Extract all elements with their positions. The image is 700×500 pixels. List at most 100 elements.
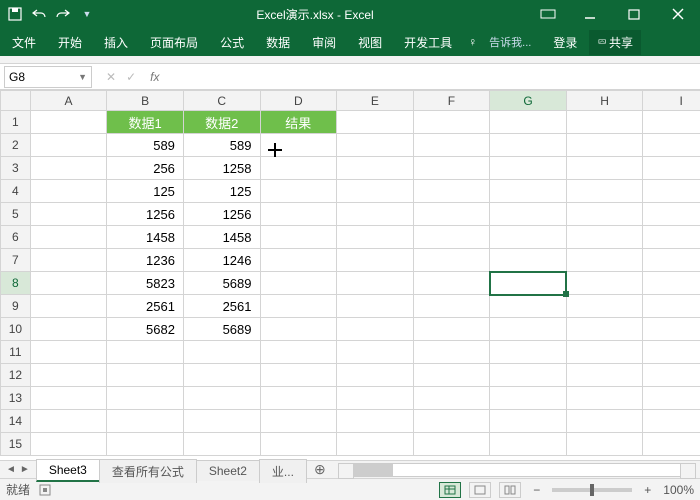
cell-I15[interactable] [643,433,700,456]
cell-D10[interactable] [260,318,337,341]
cell-H14[interactable] [566,410,643,433]
cell-I5[interactable] [643,203,700,226]
col-header-D[interactable]: D [260,91,337,111]
cell-I10[interactable] [643,318,700,341]
cell-A10[interactable] [30,318,107,341]
cell-H1[interactable] [566,111,643,134]
cell-E2[interactable] [337,134,414,157]
cell-A13[interactable] [30,387,107,410]
row-header-9[interactable]: 9 [1,295,31,318]
cell-D15[interactable] [260,433,337,456]
cell-C14[interactable] [183,410,260,433]
tab-review[interactable]: 审阅 [302,28,346,57]
cell-I13[interactable] [643,387,700,410]
cell-A3[interactable] [30,157,107,180]
minimize-button[interactable] [568,0,612,28]
cell-E14[interactable] [337,410,414,433]
col-header-A[interactable]: A [30,91,107,111]
cell-H4[interactable] [566,180,643,203]
sheet-tab-active[interactable]: Sheet3 [36,459,100,482]
cell-A14[interactable] [30,410,107,433]
row-header-12[interactable]: 12 [1,364,31,387]
cell-G5[interactable] [490,203,567,226]
cell-B9[interactable]: 2561 [107,295,184,318]
cell-I4[interactable] [643,180,700,203]
cell-C1[interactable]: 数据2 [183,111,260,134]
cell-C10[interactable]: 5689 [183,318,260,341]
row-header-1[interactable]: 1 [1,111,31,134]
tab-insert[interactable]: 插入 [94,28,138,57]
cell-H2[interactable] [566,134,643,157]
horizontal-scrollbar[interactable] [352,463,682,477]
tell-me[interactable]: 告诉我... [479,28,541,56]
cell-A6[interactable] [30,226,107,249]
cell-G7[interactable] [490,249,567,272]
tab-data[interactable]: 数据 [256,28,300,57]
cell-A4[interactable] [30,180,107,203]
chevron-down-icon[interactable]: ▼ [78,72,87,82]
cell-A5[interactable] [30,203,107,226]
cell-I2[interactable] [643,134,700,157]
cell-F8[interactable] [413,272,490,295]
cell-B7[interactable]: 1236 [107,249,184,272]
cell-C2[interactable]: 589 [183,134,260,157]
cell-A15[interactable] [30,433,107,456]
cell-I1[interactable] [643,111,700,134]
cell-H13[interactable] [566,387,643,410]
cell-G4[interactable] [490,180,567,203]
cell-I11[interactable] [643,341,700,364]
row-header-10[interactable]: 10 [1,318,31,341]
cell-B8[interactable]: 5823 [107,272,184,295]
cell-G9[interactable] [490,295,567,318]
close-button[interactable] [656,0,700,28]
cell-C7[interactable]: 1246 [183,249,260,272]
cell-F6[interactable] [413,226,490,249]
cell-F10[interactable] [413,318,490,341]
cell-A8[interactable] [30,272,107,295]
save-icon[interactable] [6,5,24,23]
row-header-4[interactable]: 4 [1,180,31,203]
cell-F3[interactable] [413,157,490,180]
zoom-in-button[interactable]: + [640,483,655,497]
cell-G3[interactable] [490,157,567,180]
cell-D2[interactable] [260,134,337,157]
cell-E4[interactable] [337,180,414,203]
accept-formula-icon[interactable]: ✓ [126,70,136,84]
row-header-13[interactable]: 13 [1,387,31,410]
cell-C6[interactable]: 1458 [183,226,260,249]
cell-F14[interactable] [413,410,490,433]
cell-D4[interactable] [260,180,337,203]
view-normal-icon[interactable] [439,482,461,498]
name-box[interactable]: G8 ▼ [4,66,92,88]
col-header-G[interactable]: G [490,91,567,111]
spreadsheet-grid[interactable]: ABCDEFGHI1数据1数据2结果2589589325612584125125… [0,90,700,460]
cell-B4[interactable]: 125 [107,180,184,203]
view-page-layout-icon[interactable] [469,482,491,498]
row-header-8[interactable]: 8 [1,272,31,295]
cell-B2[interactable]: 589 [107,134,184,157]
cell-B15[interactable] [107,433,184,456]
sheet-tab[interactable]: 查看所有公式 [99,459,197,483]
cell-I7[interactable] [643,249,700,272]
row-header-5[interactable]: 5 [1,203,31,226]
sheet-tab[interactable]: 业... [259,459,307,483]
row-header-3[interactable]: 3 [1,157,31,180]
cell-H8[interactable] [566,272,643,295]
row-header-11[interactable]: 11 [1,341,31,364]
cell-G6[interactable] [490,226,567,249]
cell-C13[interactable] [183,387,260,410]
cell-C9[interactable]: 2561 [183,295,260,318]
cell-E13[interactable] [337,387,414,410]
cell-E3[interactable] [337,157,414,180]
cell-B13[interactable] [107,387,184,410]
cell-D9[interactable] [260,295,337,318]
cell-F1[interactable] [413,111,490,134]
cell-F13[interactable] [413,387,490,410]
col-header-F[interactable]: F [413,91,490,111]
cell-B3[interactable]: 256 [107,157,184,180]
cell-D14[interactable] [260,410,337,433]
view-page-break-icon[interactable] [499,482,521,498]
cell-F9[interactable] [413,295,490,318]
cell-B14[interactable] [107,410,184,433]
col-header-C[interactable]: C [183,91,260,111]
